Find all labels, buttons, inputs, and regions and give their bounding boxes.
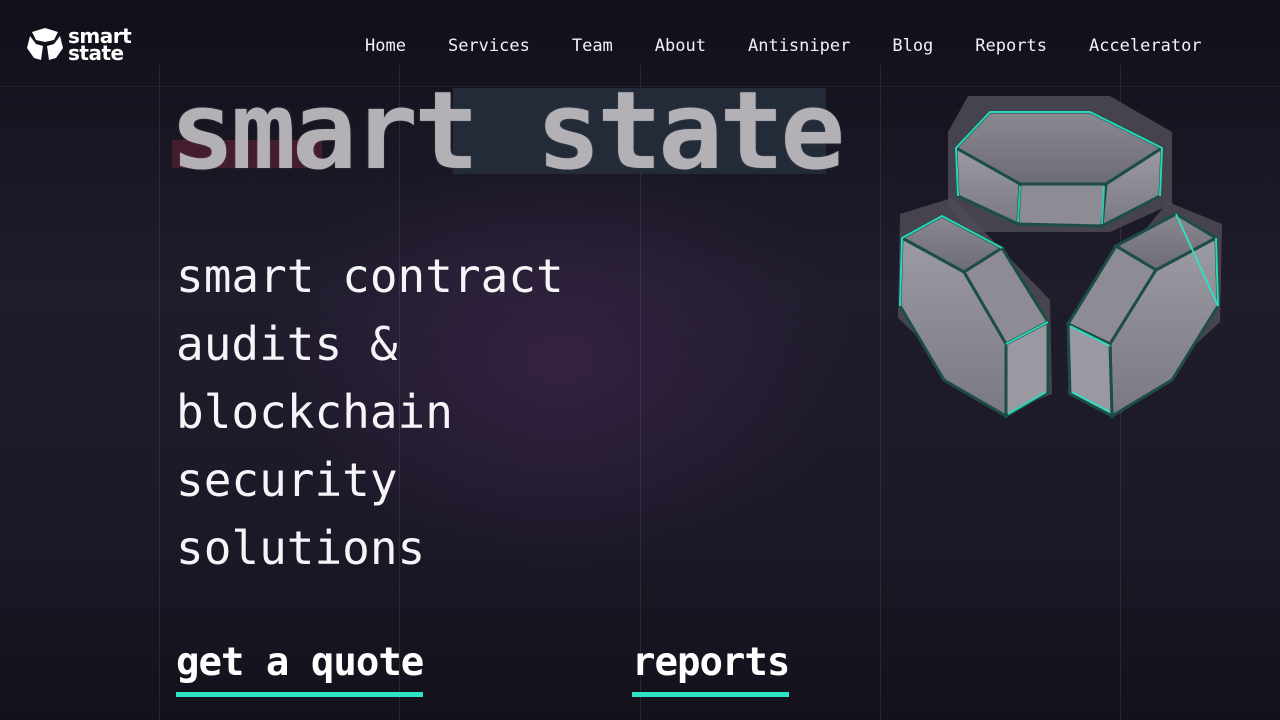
- left-segment: [898, 214, 1051, 419]
- right-segment: [1065, 212, 1220, 419]
- nav-blog[interactable]: Blog: [892, 36, 933, 56]
- grid-line: [880, 64, 881, 720]
- nav-team[interactable]: Team: [572, 36, 613, 56]
- logo-text: smart state: [68, 26, 132, 65]
- nav-antisniper[interactable]: Antisniper: [748, 36, 850, 56]
- tagline-line: audits &: [176, 317, 398, 371]
- nav-reports[interactable]: Reports: [975, 36, 1047, 56]
- nav-about[interactable]: About: [655, 36, 706, 56]
- grid-line: [159, 64, 160, 720]
- hero-title: smart state: [170, 69, 845, 194]
- logo-icon: [27, 28, 63, 60]
- nav-home[interactable]: Home: [365, 36, 406, 56]
- tagline-line: security: [176, 453, 398, 507]
- hero-tagline: smart contract audits & blockchain secur…: [176, 242, 696, 582]
- logo-link[interactable]: smart state: [26, 26, 132, 65]
- nav-accelerator[interactable]: Accelerator: [1089, 36, 1202, 56]
- hexagon-segments-illustration: [898, 96, 1222, 419]
- reports-button[interactable]: reports: [632, 640, 790, 697]
- logo-text-line2: state: [68, 41, 124, 65]
- get-a-quote-button[interactable]: get a quote: [176, 640, 424, 697]
- main-nav: Home Services Team About Antisniper Blog…: [365, 34, 1202, 58]
- hero-title-block: smart state: [170, 78, 845, 186]
- tagline-line: solutions: [176, 521, 426, 575]
- page: smart state Home Services Team About Ant…: [0, 0, 1280, 720]
- nav-services[interactable]: Services: [448, 36, 530, 56]
- tagline-line: blockchain: [176, 385, 453, 439]
- tagline-line: smart contract: [176, 249, 564, 303]
